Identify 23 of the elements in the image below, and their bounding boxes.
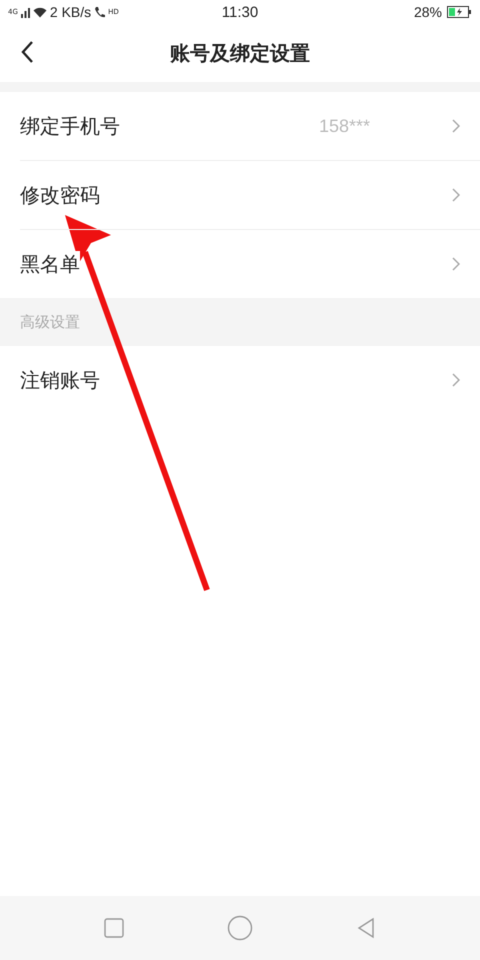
settings-row[interactable]: 修改密码 bbox=[20, 161, 480, 230]
section-title: 高级设置 bbox=[20, 312, 80, 332]
settings-row[interactable]: 注销账号 bbox=[20, 346, 480, 414]
chevron-icon bbox=[452, 188, 460, 202]
triangle-icon bbox=[357, 917, 375, 939]
network-speed: 2 KB/s bbox=[50, 4, 92, 20]
settings-row[interactable]: 黑名单 bbox=[20, 230, 480, 298]
circle-icon bbox=[227, 915, 253, 941]
clock: 11:30 bbox=[222, 4, 258, 20]
battery-icon bbox=[447, 6, 472, 18]
phone-icon bbox=[94, 6, 106, 18]
square-icon bbox=[104, 918, 124, 938]
signal-icon bbox=[20, 6, 30, 18]
back-icon bbox=[20, 40, 34, 64]
back-button[interactable] bbox=[20, 40, 34, 64]
settings-row[interactable]: 绑定手机号 158*** bbox=[20, 92, 480, 161]
wifi-icon bbox=[32, 6, 47, 18]
row-value: 158*** bbox=[318, 116, 370, 136]
page-title: 账号及绑定设置 bbox=[170, 40, 310, 66]
chevron-icon bbox=[452, 119, 460, 133]
battery-percent: 28% bbox=[414, 4, 442, 20]
chevron-icon bbox=[452, 257, 460, 271]
chevron-icon bbox=[452, 373, 460, 387]
